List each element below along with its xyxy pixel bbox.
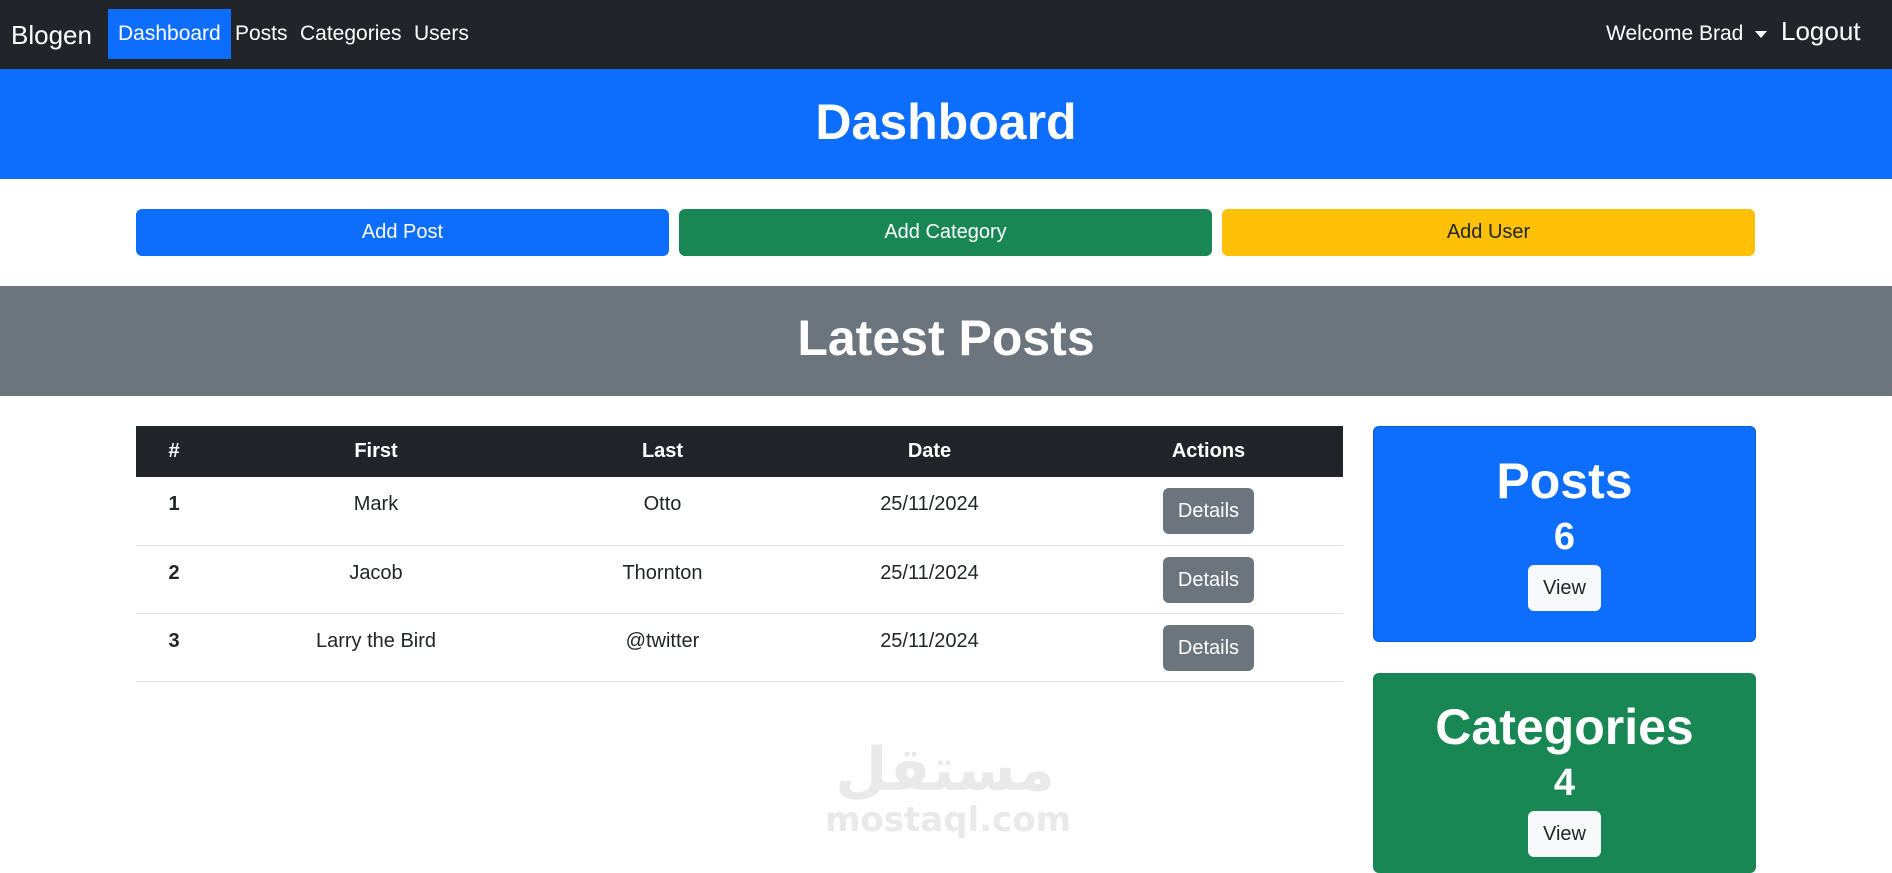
card-count: 6 xyxy=(1553,516,1576,558)
table-header-row: # First Last Date Actions xyxy=(136,426,1343,477)
cell-last: Otto xyxy=(643,493,682,515)
nav-link-users[interactable]: Users xyxy=(404,9,479,59)
column-header-date: Date xyxy=(907,440,952,462)
brand-logo[interactable]: Blogen xyxy=(11,18,92,52)
details-button[interactable]: Details xyxy=(1162,624,1255,671)
latest-posts-header: Latest Posts xyxy=(0,286,1892,396)
section-title: Latest Posts xyxy=(797,310,1095,366)
cell-number: 2 xyxy=(168,561,180,584)
caret-down-icon xyxy=(1755,30,1768,38)
cell-actions: Details xyxy=(1074,545,1343,613)
details-button[interactable]: Details xyxy=(1162,488,1255,534)
card-title: Categories xyxy=(1435,699,1694,755)
welcome-label: Welcome Brad xyxy=(1606,22,1744,45)
page-title: Dashboard xyxy=(815,94,1077,150)
view-posts-button[interactable]: View xyxy=(1528,565,1601,611)
logout-link[interactable]: Logout xyxy=(1781,14,1861,48)
column-header-last: Last xyxy=(641,440,684,462)
cell-first: Larry the Bird xyxy=(315,629,437,652)
cell-date: 25/11/2024 xyxy=(880,629,979,652)
cell-date: 25/11/2024 xyxy=(880,493,979,515)
cell-number: 1 xyxy=(168,493,180,515)
card-count: 4 xyxy=(1553,762,1576,804)
cell-last: Thornton xyxy=(622,561,703,584)
cell-first: Mark xyxy=(353,493,399,515)
user-dropdown[interactable]: Welcome Brad xyxy=(1606,9,1768,59)
watermark: مستقل mostaql.com xyxy=(825,735,1072,840)
column-header-first: First xyxy=(354,440,398,462)
add-post-button[interactable]: Add Post xyxy=(136,209,669,256)
details-button[interactable]: Details xyxy=(1162,556,1255,603)
cell-first: Jacob xyxy=(349,561,403,584)
cell-number: 3 xyxy=(168,629,180,652)
nav-link-categories[interactable]: Categories xyxy=(290,9,412,59)
categories-stat-card: Categories 4 View xyxy=(1373,673,1756,873)
cell-actions: Details xyxy=(1074,477,1343,545)
posts-stat-card: Posts 6 View xyxy=(1373,426,1756,642)
posts-table-container: # First Last Date Actions 1 Mark Otto 25… xyxy=(136,426,1343,682)
card-title: Posts xyxy=(1496,453,1633,509)
table-row: 3 Larry the Bird @twitter 25/11/2024 Det… xyxy=(136,613,1343,681)
table-row: 1 Mark Otto 25/11/2024 Details xyxy=(136,477,1343,545)
posts-table: # First Last Date Actions 1 Mark Otto 25… xyxy=(136,426,1343,682)
cell-date: 25/11/2024 xyxy=(880,561,979,584)
cell-last: @twitter xyxy=(625,629,700,652)
nav-link-posts[interactable]: Posts xyxy=(225,9,298,59)
top-navbar: Blogen Dashboard Posts Categories Users … xyxy=(0,0,1892,69)
add-user-button[interactable]: Add User xyxy=(1222,209,1755,256)
column-header-number: # xyxy=(168,440,180,462)
column-header-actions: Actions xyxy=(1171,440,1246,462)
cell-actions: Details xyxy=(1074,613,1343,681)
watermark-arabic: مستقل xyxy=(835,735,1055,805)
table-row: 2 Jacob Thornton 25/11/2024 Details xyxy=(136,545,1343,613)
nav-link-dashboard[interactable]: Dashboard xyxy=(108,9,231,59)
dashboard-header: Dashboard xyxy=(0,69,1892,179)
view-categories-button[interactable]: View xyxy=(1528,811,1601,857)
add-category-button[interactable]: Add Category xyxy=(679,209,1212,256)
watermark-latin: mostaql.com xyxy=(825,800,1072,840)
